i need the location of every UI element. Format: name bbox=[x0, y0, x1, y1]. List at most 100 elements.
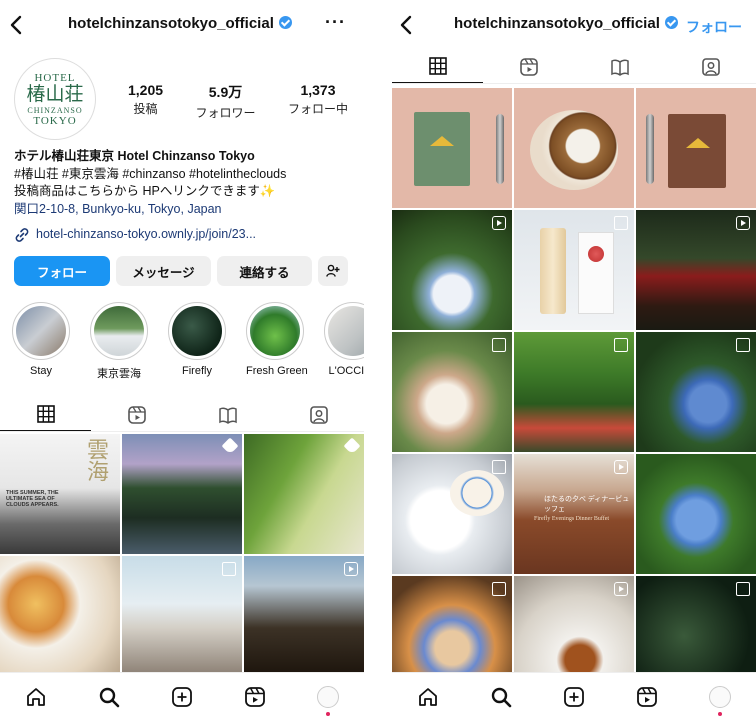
bio-link-text: hotel-chinzanso-tokyo.ownly.jp/join/23..… bbox=[36, 227, 257, 241]
post-champagne[interactable] bbox=[244, 434, 364, 554]
highlight-loccitane[interactable]: L'OCCITA bbox=[324, 302, 364, 381]
message-button[interactable]: メッセージ bbox=[116, 256, 211, 286]
grid-icon[interactable] bbox=[392, 50, 483, 83]
pin-icon bbox=[343, 437, 361, 455]
left-profile-screen: hotelchinzansotokyo_official ··· HOTEL 椿… bbox=[0, 0, 364, 720]
profile-avatar[interactable]: HOTEL 椿山荘 CHINZANSO TOKYO bbox=[14, 58, 96, 140]
multi-post-icon bbox=[222, 562, 236, 576]
post-hydrangea-white[interactable] bbox=[392, 210, 512, 330]
post-title-text: 雲海 bbox=[84, 438, 109, 482]
bottom-navigation bbox=[0, 672, 364, 720]
flower-print bbox=[588, 246, 604, 262]
post-curry-box-brown[interactable] bbox=[636, 88, 756, 208]
followers-count: 5.9万 bbox=[208, 84, 243, 100]
multi-post-icon bbox=[736, 582, 750, 596]
candy-lid bbox=[450, 470, 504, 516]
home-icon[interactable] bbox=[24, 685, 48, 709]
bio-link[interactable]: hotel-chinzanso-tokyo.ownly.jp/join/23..… bbox=[14, 226, 354, 244]
more-icon[interactable]: ··· bbox=[325, 12, 346, 33]
home-icon[interactable] bbox=[416, 685, 440, 709]
post-terrace[interactable] bbox=[122, 434, 242, 554]
post-star-sweets[interactable] bbox=[392, 454, 512, 574]
tagged-icon[interactable] bbox=[273, 398, 364, 431]
highlight-label: L'OCCITA bbox=[328, 365, 364, 377]
grid-icon[interactable] bbox=[0, 398, 91, 431]
avatar-text-hotel: HOTEL bbox=[34, 71, 76, 84]
post-garden-path[interactable] bbox=[514, 332, 634, 452]
box-pattern bbox=[686, 138, 710, 148]
profile-bio: ホテル椿山荘東京 Hotel Chinzanso Tokyo #椿山荘 #東京雲… bbox=[14, 148, 354, 244]
post-grid: 雲海 THIS SUMMER, THE ULTIMATE SEA OF CLOU… bbox=[0, 434, 364, 676]
bio-hashtags[interactable]: #椿山荘 #東京雲海 #chinzanso #hotelintheclouds bbox=[14, 166, 354, 184]
post-grid: ほたるの夕べ ディナービュッフェ Firefly Evenings Dinner… bbox=[392, 88, 756, 696]
multi-post-icon bbox=[492, 338, 506, 352]
reels-icon[interactable] bbox=[91, 398, 182, 431]
back-icon[interactable] bbox=[398, 14, 416, 36]
post-title-text: ほたるの夕べ ディナービュッフェ bbox=[544, 495, 630, 513]
back-icon[interactable] bbox=[8, 14, 26, 36]
guide-icon[interactable] bbox=[182, 398, 273, 431]
spoon bbox=[496, 114, 504, 184]
highlight-stay[interactable]: Stay bbox=[12, 302, 70, 381]
following-label: フォロー中 bbox=[287, 102, 348, 116]
post-yoga[interactable] bbox=[244, 556, 364, 676]
post-caption-text: THIS SUMMER, THE ULTIMATE SEA OF CLOUDS … bbox=[6, 490, 59, 508]
add-icon[interactable] bbox=[170, 685, 194, 709]
multi-post-icon bbox=[492, 582, 506, 596]
reel-icon bbox=[614, 460, 628, 474]
reel-icon bbox=[736, 216, 750, 230]
product-box bbox=[414, 112, 470, 186]
header-follow-button[interactable]: フォロー bbox=[686, 17, 742, 37]
post-curry-box-green[interactable] bbox=[392, 88, 512, 208]
reels-icon[interactable] bbox=[483, 50, 574, 83]
highlight-sea-of-clouds[interactable]: 東京雲海 bbox=[90, 302, 148, 381]
highlight-firefly[interactable]: Firefly bbox=[168, 302, 226, 381]
profile-icon[interactable] bbox=[316, 685, 340, 716]
header-username: hotelchinzansotokyo_official bbox=[68, 15, 292, 32]
profile-header-scrolled: hotelchinzansotokyo_official フォロー bbox=[392, 0, 756, 50]
post-red-bridge[interactable] bbox=[636, 210, 756, 330]
search-icon[interactable] bbox=[489, 685, 513, 709]
multi-post-icon bbox=[736, 338, 750, 352]
bio-text: 投稿商品はこちらから HPへリンクできます✨ bbox=[14, 184, 276, 198]
add-icon[interactable] bbox=[562, 685, 586, 709]
reels-nav-icon[interactable] bbox=[243, 685, 267, 709]
reels-nav-icon[interactable] bbox=[635, 685, 659, 709]
tagged-icon[interactable] bbox=[665, 50, 756, 83]
post-curry-bowl[interactable] bbox=[514, 88, 634, 208]
following-count: 1,373 bbox=[300, 82, 336, 98]
avatar-text-tokyo: TOKYO bbox=[33, 114, 77, 127]
following-stat[interactable]: 1,373 フォロー中 bbox=[288, 82, 348, 121]
follow-button[interactable]: フォロー bbox=[14, 256, 110, 286]
posts-label: 投稿 bbox=[133, 102, 158, 116]
multi-post-icon bbox=[492, 460, 506, 474]
post-breakfast[interactable] bbox=[0, 556, 120, 676]
reel-icon bbox=[344, 562, 358, 576]
post-afternoon-tea[interactable] bbox=[392, 332, 512, 452]
header-username: hotelchinzansotokyo_official bbox=[454, 15, 678, 32]
posts-stat[interactable]: 1,205 投稿 bbox=[128, 82, 163, 121]
post-firefly-dinner[interactable]: ほたるの夕べ ディナービュッフェ Firefly Evenings Dinner… bbox=[514, 454, 634, 574]
multi-post-icon bbox=[614, 338, 628, 352]
post-sea-of-clouds[interactable]: 雲海 THIS SUMMER, THE ULTIMATE SEA OF CLOU… bbox=[0, 434, 120, 554]
highlight-fresh-green[interactable]: Fresh Green bbox=[246, 302, 308, 381]
right-profile-screen: hotelchinzansotokyo_official フォロー ほたるの夕べ… bbox=[392, 0, 756, 720]
profile-header: hotelchinzansotokyo_official ··· bbox=[0, 0, 364, 50]
search-icon[interactable] bbox=[97, 685, 121, 709]
post-newspaper[interactable] bbox=[122, 556, 242, 676]
profile-stats: 1,205 投稿 5.9万 フォロワー 1,373 フォロー中 bbox=[128, 82, 348, 121]
post-hydrangea-blue[interactable] bbox=[636, 332, 756, 452]
contact-button[interactable]: 連絡する bbox=[217, 256, 312, 286]
story-highlights: Stay 東京雲海 Firefly Fresh Green L'OCCITA bbox=[12, 302, 364, 381]
guide-icon[interactable] bbox=[574, 50, 665, 83]
profile-tabs bbox=[392, 50, 756, 84]
post-heart-hydrangea[interactable] bbox=[636, 454, 756, 574]
profile-icon[interactable] bbox=[708, 685, 732, 716]
bio-location[interactable]: 関口2-10-8, Bunkyo-ku, Tokyo, Japan bbox=[14, 201, 354, 219]
add-person-icon[interactable] bbox=[318, 256, 348, 286]
box-pattern bbox=[430, 136, 454, 146]
profile-display-name: ホテル椿山荘東京 Hotel Chinzanso Tokyo bbox=[14, 149, 255, 163]
followers-stat[interactable]: 5.9万 フォロワー bbox=[196, 82, 256, 121]
verified-icon bbox=[664, 16, 678, 29]
post-tea-tins[interactable] bbox=[514, 210, 634, 330]
